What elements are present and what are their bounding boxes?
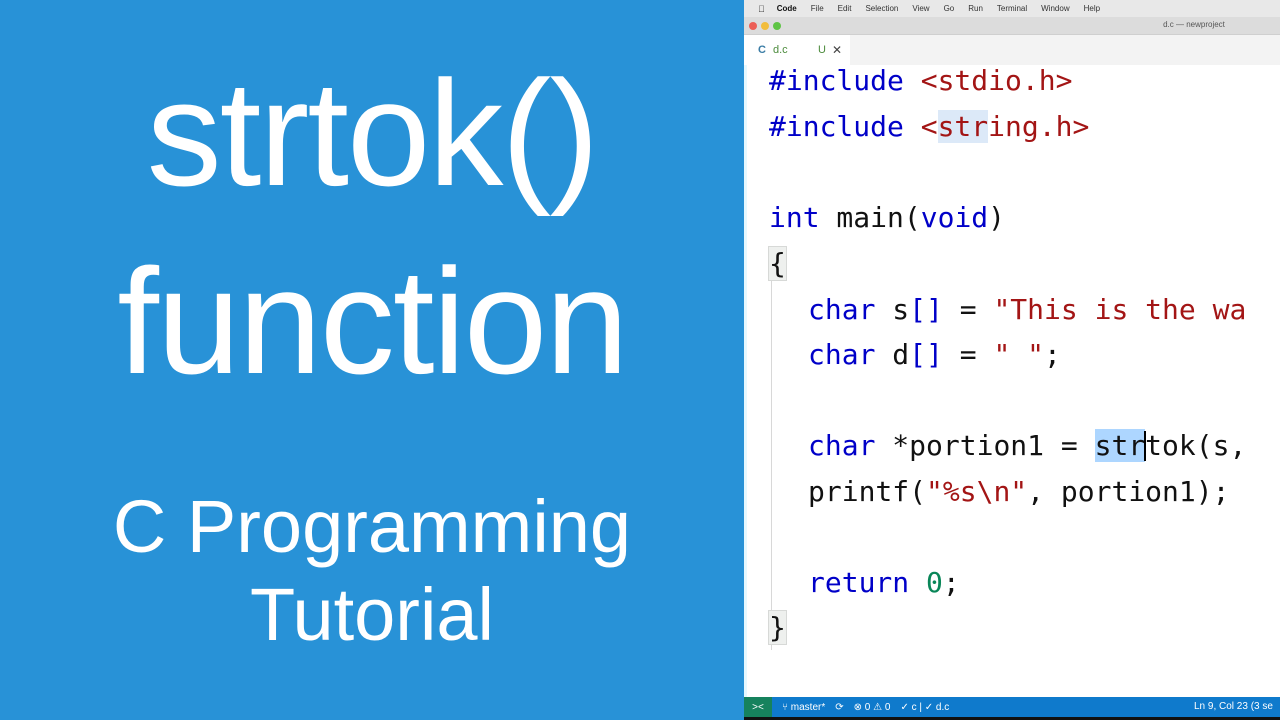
operator: = bbox=[942, 293, 994, 326]
preprocessor-directive: #include bbox=[769, 64, 904, 97]
cursor-position[interactable]: Ln 9, Col 23 (3 se bbox=[1194, 701, 1273, 712]
semicolon: ; bbox=[1044, 338, 1061, 371]
preprocessor-directive: #include bbox=[769, 110, 904, 143]
editor-tabbar: C d.c U ✕ bbox=[744, 35, 1280, 65]
check-status[interactable]: ✓ c | ✓ d.c bbox=[900, 702, 949, 713]
header-name-post: ing.h> bbox=[988, 110, 1090, 143]
type-keyword: char bbox=[808, 338, 876, 371]
menu-code[interactable]: Code bbox=[777, 4, 797, 13]
code-line-4: int main(void) bbox=[769, 200, 1005, 236]
string-literal: "This is the wa bbox=[993, 293, 1247, 326]
problems-indicator[interactable]: ⊗ 0 ⚠ 0 bbox=[854, 702, 891, 713]
title-card: strtok() function C Programming Tutorial bbox=[0, 0, 744, 720]
brackets: [] bbox=[909, 293, 943, 326]
c-language-icon: C bbox=[758, 44, 766, 56]
number-literal: 0 bbox=[926, 566, 943, 599]
tab-d-c[interactable]: C d.c U ✕ bbox=[744, 35, 850, 65]
code-line-1: #include <stdio.h> bbox=[769, 63, 1072, 99]
menu-go[interactable]: Go bbox=[944, 4, 955, 13]
menu-edit[interactable]: Edit bbox=[838, 4, 852, 13]
function-call: tok(s, bbox=[1145, 429, 1264, 462]
format-string: "%s\n" bbox=[926, 475, 1028, 508]
title-strtok: strtok() bbox=[146, 49, 600, 217]
word-highlight: str bbox=[937, 110, 989, 143]
git-branch[interactable]: ⑂ master* bbox=[782, 702, 825, 713]
code-line-7: char d[] = " "; bbox=[808, 337, 1061, 373]
warning-count: ⚠ 0 bbox=[873, 701, 891, 713]
function-call: printf( bbox=[808, 475, 927, 508]
semicolon: ; bbox=[942, 566, 960, 599]
operator: = bbox=[942, 338, 994, 371]
param-keyword: void bbox=[920, 201, 989, 234]
apple-logo-icon[interactable]:  bbox=[758, 4, 765, 14]
vscode-window:  Code File Edit Selection View Go Run T… bbox=[744, 0, 1280, 720]
variable: s bbox=[875, 293, 910, 326]
indent-guide bbox=[771, 280, 772, 650]
code-line-10: printf("%s\n", portion1); bbox=[808, 474, 1229, 510]
declaration: *portion1 = bbox=[875, 429, 1095, 462]
function-name: main( bbox=[819, 201, 921, 234]
string-literal: " " bbox=[993, 338, 1045, 371]
title-function: function bbox=[117, 237, 628, 405]
subtitle-c-programming: C Programming bbox=[112, 485, 632, 568]
menu-selection[interactable]: Selection bbox=[865, 4, 898, 13]
header-name: <stdio.h> bbox=[920, 64, 1073, 97]
type-keyword: char bbox=[808, 429, 876, 462]
text-selection: str bbox=[1094, 429, 1146, 462]
menu-run[interactable]: Run bbox=[968, 4, 983, 13]
type-keyword: int bbox=[769, 201, 820, 234]
code-line-9: char *portion1 = strtok(s, bbox=[808, 428, 1263, 464]
sync-icon[interactable]: ⟳ bbox=[835, 702, 843, 713]
menu-view[interactable]: View bbox=[912, 4, 929, 13]
code-line-5: { bbox=[768, 246, 787, 282]
variable: d bbox=[875, 338, 910, 371]
branch-name: master* bbox=[790, 701, 826, 713]
code-line-12: return 0; bbox=[808, 565, 960, 601]
code-line-6: char s[] = "This is the wa bbox=[808, 292, 1246, 328]
header-name-pre: < bbox=[920, 110, 938, 143]
subtitle-tutorial: Tutorial bbox=[249, 573, 494, 656]
code-line-2: #include <string.h> bbox=[769, 109, 1089, 145]
code-line-13: } bbox=[768, 610, 787, 646]
tab-filename: d.c bbox=[772, 44, 788, 56]
return-keyword: return bbox=[808, 566, 910, 599]
mac-menubar:  Code File Edit Selection View Go Run T… bbox=[744, 0, 1280, 17]
paren: ) bbox=[988, 201, 1006, 234]
menu-file[interactable]: File bbox=[811, 4, 824, 13]
status-bar: >< ⑂ master* ⟳ ⊗ 0 ⚠ 0 ✓ c | ✓ d.c Ln 9,… bbox=[744, 697, 1280, 717]
menu-terminal[interactable]: Terminal bbox=[997, 4, 1027, 13]
menu-window[interactable]: Window bbox=[1041, 4, 1069, 13]
window-title: d.c — newproject bbox=[1163, 20, 1225, 29]
type-keyword: char bbox=[808, 293, 876, 326]
close-brace: } bbox=[768, 610, 787, 645]
arguments: , portion1); bbox=[1027, 475, 1230, 508]
error-count: ⊗ 0 bbox=[853, 701, 871, 713]
remote-indicator-icon[interactable]: >< bbox=[744, 697, 772, 717]
git-branch-icon: ⑂ bbox=[782, 701, 788, 713]
window-titlebar: d.c — newproject bbox=[744, 17, 1280, 35]
menu-help[interactable]: Help bbox=[1084, 4, 1100, 13]
open-brace: { bbox=[768, 246, 787, 281]
untracked-badge: U bbox=[818, 44, 826, 56]
brackets: [] bbox=[909, 338, 943, 371]
code-editor[interactable]: #include <stdio.h> #include <string.h> i… bbox=[744, 63, 1280, 697]
close-icon[interactable]: ✕ bbox=[832, 43, 842, 57]
